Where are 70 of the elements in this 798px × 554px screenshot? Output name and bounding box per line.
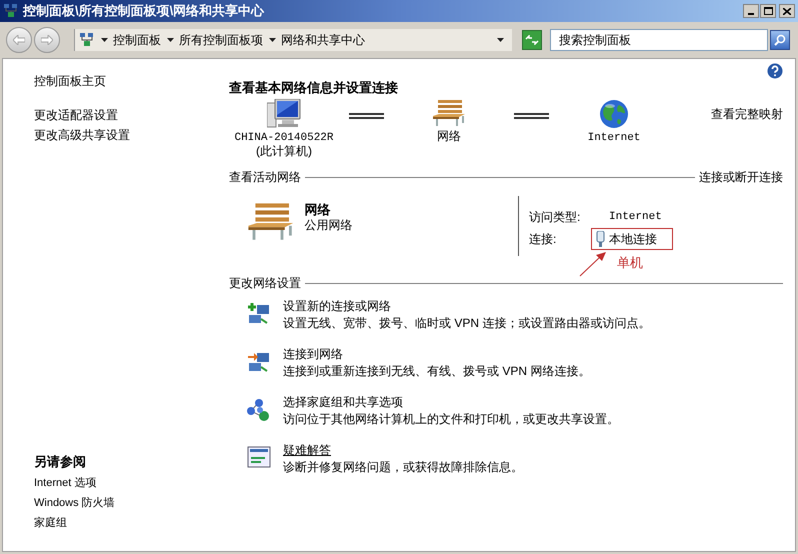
bench-icon: [432, 99, 466, 127]
task-link[interactable]: 连接到网络: [283, 346, 343, 363]
task-description: 访问位于其他网络计算机上的文件和打印机，或更改共享设置。: [283, 411, 619, 428]
map-node-sublabel: (此计算机): [256, 145, 312, 158]
caret-icon: [269, 38, 276, 42]
globe-icon: [599, 99, 629, 129]
back-button[interactable]: [6, 27, 32, 53]
annotation-text: 单机: [617, 254, 643, 272]
computer-icon: [267, 99, 301, 129]
access-type-value: Internet: [608, 210, 663, 225]
search-button[interactable]: [770, 30, 790, 50]
close-icon: [783, 8, 791, 14]
caret-icon: [167, 38, 174, 42]
sidebar-link[interactable]: 更改高级共享设置: [34, 125, 223, 145]
left-arrow-icon: [13, 35, 25, 45]
forward-button[interactable]: [34, 27, 60, 53]
section-heading: 更改网络设置: [229, 275, 301, 292]
bench-icon: [247, 202, 295, 242]
task-link[interactable]: 选择家庭组和共享选项: [283, 394, 403, 411]
local-connection-link[interactable]: 本地连接: [609, 230, 657, 248]
network-name: 网络: [304, 202, 332, 218]
map-node-label: 网络: [437, 130, 461, 143]
section-heading: 查看基本网络信息并设置连接: [229, 79, 399, 97]
see-also-heading: 另请参阅: [34, 453, 87, 471]
right-arrow-icon: [41, 35, 53, 45]
breadcrumb-item[interactable]: 网络和共享中心: [281, 31, 365, 49]
connection-line: [514, 113, 549, 119]
sidebar-link[interactable]: 更改适配器设置: [34, 105, 223, 125]
network-icon: [3, 3, 19, 19]
minimize-icon: [748, 13, 754, 15]
caret-icon: [101, 38, 108, 42]
refresh-button[interactable]: [522, 30, 542, 50]
connect-disconnect-link[interactable]: 连接或断开连接: [699, 168, 783, 186]
refresh-icon: [525, 35, 539, 45]
map-node-label: CHINA-20140522R: [234, 132, 334, 145]
task-description: 连接到或重新连接到无线、有线、拨号或 VPN 网络连接。: [283, 363, 590, 380]
see-also-link[interactable]: Internet 选项: [34, 473, 223, 493]
maximize-button[interactable]: [760, 4, 776, 18]
search-icon: [774, 34, 786, 46]
map-node-label: Internet: [588, 132, 640, 145]
homegroup-icon: [247, 398, 271, 422]
breadcrumb-item[interactable]: 所有控制面板项: [179, 31, 263, 49]
help-icon[interactable]: [767, 63, 783, 79]
view-full-map-link[interactable]: 查看完整映射: [711, 105, 783, 123]
see-also-link[interactable]: 家庭组: [34, 513, 223, 533]
network-arrow-icon: [247, 350, 271, 374]
caret-icon: [497, 38, 504, 42]
connection-label: 连接:: [529, 231, 558, 248]
task-link[interactable]: 疑难解答: [283, 442, 331, 459]
plug-icon: [596, 231, 605, 247]
network-icon: [79, 32, 95, 48]
access-type-label: 访问类型:: [529, 209, 582, 226]
search-field[interactable]: 搜索控制面板: [550, 29, 768, 51]
minimize-button[interactable]: [743, 4, 759, 18]
address-bar[interactable]: 控制面板 所有控制面板项 网络和共享中心: [74, 29, 512, 51]
breadcrumb-item[interactable]: 控制面板: [113, 31, 161, 49]
see-also-link[interactable]: Windows 防火墙: [34, 493, 223, 513]
sidebar-link[interactable]: 控制面板主页: [34, 71, 223, 91]
window-title: 控制面板\所有控制面板项\网络和共享中心: [23, 2, 264, 20]
task-description: 诊断并修复网络问题，或获得故障排除信息。: [283, 459, 523, 476]
network-plus-icon: [247, 302, 271, 326]
connection-line: [349, 113, 384, 119]
task-description: 设置无线、宽带、拨号、临时或 VPN 连接；或设置路由器或访问点。: [283, 315, 650, 332]
annotation-arrow: [579, 251, 607, 277]
section-heading: 查看活动网络: [229, 169, 301, 186]
maximize-icon: [764, 7, 772, 15]
task-link[interactable]: 设置新的连接或网络: [283, 298, 391, 315]
close-button[interactable]: [779, 4, 795, 18]
network-type: 公用网络: [304, 218, 353, 233]
troubleshoot-icon: [247, 446, 271, 468]
